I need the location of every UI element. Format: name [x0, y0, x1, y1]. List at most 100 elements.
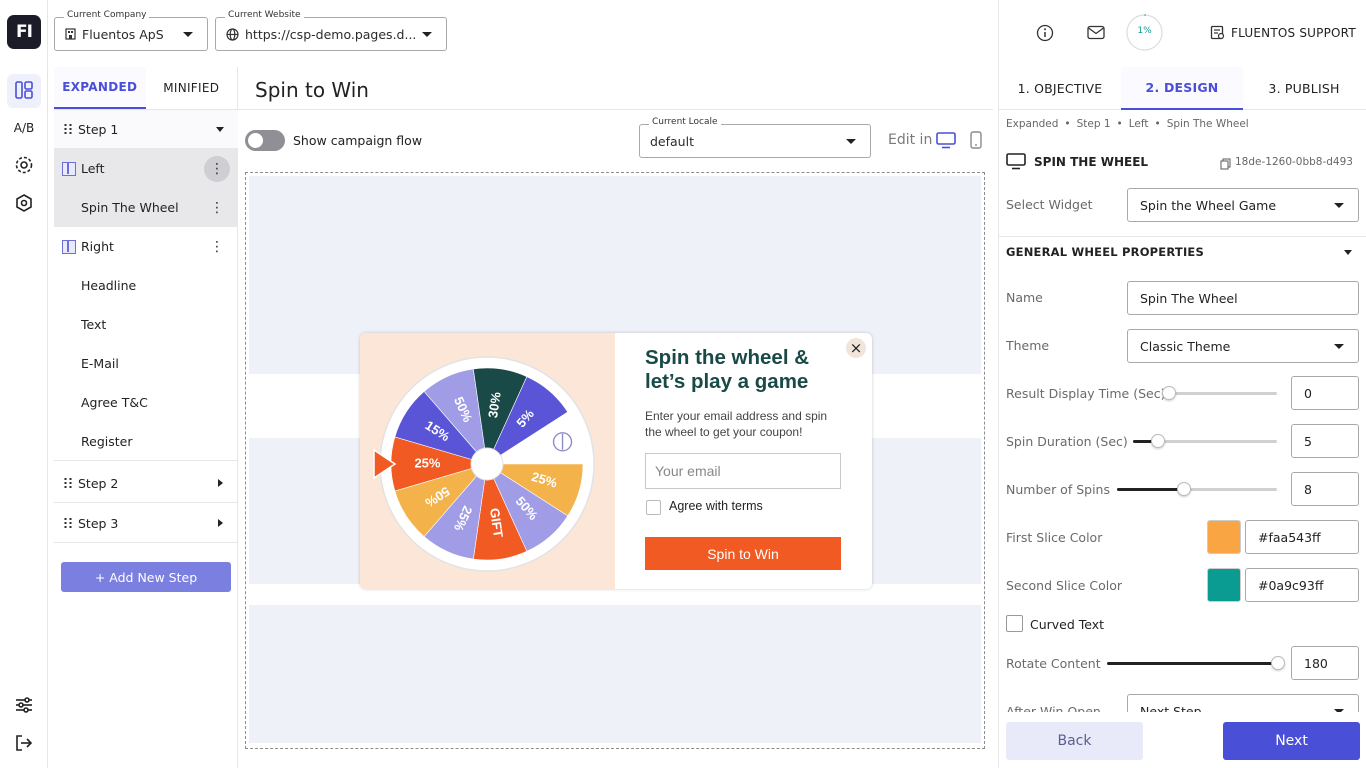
- tree-step-1[interactable]: Step 1: [54, 110, 238, 149]
- headline-line: Spin the wheel &: [645, 346, 810, 369]
- tree-item-right[interactable]: Right ⋮: [54, 227, 238, 266]
- curved-text-label: Curved Text: [1030, 617, 1105, 632]
- desktop-icon[interactable]: [936, 132, 956, 153]
- widget-select[interactable]: Spin the Wheel Game: [1127, 188, 1359, 222]
- integrations-nav-button[interactable]: [7, 187, 41, 221]
- drag-handle-icon[interactable]: [63, 123, 73, 135]
- website-select[interactable]: Current Website https://csp-demo.pages.d…: [215, 10, 447, 51]
- tree-item-register[interactable]: Register: [54, 422, 238, 461]
- rotate-field[interactable]: 180: [1291, 646, 1359, 680]
- tab-objective[interactable]: 1. OBJECTIVE: [999, 67, 1121, 110]
- breadcrumb-item[interactable]: Step 1: [1077, 118, 1111, 130]
- email-field[interactable]: Your email: [645, 453, 841, 489]
- more-options-icon[interactable]: ⋮: [204, 195, 230, 221]
- chevron-right-icon[interactable]: [218, 519, 223, 527]
- support-icon: [1210, 25, 1225, 44]
- breadcrumb-item[interactable]: Expanded: [1006, 118, 1058, 130]
- campaign-popup[interactable]: 25% 15% 50% 30% 5% 25% 50% GIFT 25% 50% Spin the …: [360, 333, 872, 589]
- close-icon[interactable]: ×: [846, 338, 866, 358]
- globe-icon: [226, 27, 239, 41]
- wheel-column[interactable]: 25% 15% 50% 30% 5% 25% 50% GIFT 25% 50%: [360, 333, 615, 589]
- preview-background-band: [249, 605, 981, 743]
- breadcrumb-item[interactable]: Spin The Wheel: [1167, 118, 1249, 130]
- second-color-swatch[interactable]: [1207, 568, 1241, 602]
- drag-handle-icon[interactable]: [63, 517, 73, 529]
- tree-item-email[interactable]: E-Mail: [54, 344, 238, 383]
- spins-label: Number of Spins: [1006, 482, 1110, 497]
- more-options-icon[interactable]: ⋮: [204, 234, 230, 260]
- more-options-icon[interactable]: ⋮: [204, 156, 230, 182]
- headline-line: let’s play a game: [645, 370, 809, 393]
- tab-expanded[interactable]: EXPANDED: [54, 67, 146, 109]
- ab-test-nav-button[interactable]: A/B: [7, 111, 41, 145]
- tree-item-spin-the-wheel[interactable]: Spin The Wheel ⋮: [54, 188, 238, 227]
- tab-publish[interactable]: 3. PUBLISH: [1243, 67, 1365, 110]
- app-logo[interactable]: FI: [7, 15, 41, 49]
- next-button[interactable]: Next: [1223, 722, 1360, 760]
- tab-minified[interactable]: MINIFIED: [146, 67, 238, 109]
- building-icon: [65, 28, 76, 40]
- company-select[interactable]: Current Company Fluentos ApS: [54, 10, 208, 51]
- spin-wheel[interactable]: 25%15%50% 30% 5%25%50%GIFT25%50%: [360, 333, 615, 589]
- second-color-label: Second Slice Color: [1006, 578, 1123, 593]
- tree-item-label: Headline: [81, 278, 137, 293]
- breadcrumb-item[interactable]: Left: [1129, 118, 1149, 130]
- rotate-slider[interactable]: [1107, 656, 1285, 670]
- tree-item-label: Text: [81, 317, 107, 332]
- tree-step-3[interactable]: Step 3: [54, 504, 238, 543]
- mobile-icon[interactable]: [970, 131, 982, 153]
- drag-handle-icon[interactable]: [63, 477, 73, 489]
- support-link[interactable]: FLUENTOS SUPPORT: [1231, 26, 1356, 40]
- back-button[interactable]: Back: [1006, 722, 1143, 760]
- locale-select[interactable]: Current Locale default: [639, 117, 871, 158]
- tree-item-agree-tc[interactable]: Agree T&C: [54, 383, 238, 422]
- locale-select-value: default: [650, 133, 694, 149]
- name-field[interactable]: Spin The Wheel: [1127, 281, 1359, 315]
- campaign-flow-toggle[interactable]: [245, 130, 285, 151]
- structure-tabs: EXPANDED MINIFIED: [54, 67, 237, 110]
- tree-step-2[interactable]: Step 2: [54, 464, 238, 503]
- spins-field[interactable]: 8: [1291, 472, 1359, 506]
- progress-ring[interactable]: 1%: [1126, 14, 1163, 51]
- curved-text-checkbox[interactable]: [1006, 615, 1023, 632]
- info-icon[interactable]: [1036, 24, 1054, 46]
- preferences-nav-button[interactable]: [7, 689, 41, 723]
- second-color-field[interactable]: #0a9c93ff: [1245, 568, 1359, 602]
- first-color-field[interactable]: #faa543ff: [1245, 520, 1359, 554]
- settings-nav-button[interactable]: [7, 149, 41, 183]
- spin-duration-field[interactable]: 5: [1291, 424, 1359, 458]
- theme-select[interactable]: Classic Theme: [1127, 329, 1359, 363]
- popup-text[interactable]: Enter your email address and spin the wh…: [645, 408, 827, 440]
- tree-item-text[interactable]: Text: [54, 305, 238, 344]
- result-time-field[interactable]: 0: [1291, 376, 1359, 410]
- spins-slider[interactable]: [1117, 482, 1277, 496]
- tab-design[interactable]: 2. DESIGN: [1121, 67, 1243, 110]
- copy-icon[interactable]: [1220, 155, 1231, 174]
- page-title: Spin to Win: [255, 78, 369, 102]
- chevron-down-icon[interactable]: [1344, 250, 1352, 255]
- spin-to-win-button[interactable]: Spin to Win: [645, 537, 841, 570]
- first-color-swatch[interactable]: [1207, 520, 1241, 554]
- agree-checkbox[interactable]: [646, 500, 661, 515]
- layout-nav-button[interactable]: [7, 74, 41, 108]
- breadcrumb-separator: •: [1154, 118, 1161, 130]
- tree-item-headline[interactable]: Headline: [54, 266, 238, 305]
- integrations-icon: [14, 193, 34, 216]
- tree-item-left[interactable]: Left ⋮: [54, 149, 238, 188]
- first-color-label: First Slice Color: [1006, 530, 1103, 545]
- result-time-slider[interactable]: [1162, 386, 1277, 400]
- gear-icon: [14, 155, 34, 178]
- spin-duration-label: Spin Duration (Sec): [1006, 434, 1128, 449]
- canvas-header: Spin to Win: [238, 67, 993, 110]
- logout-nav-button[interactable]: [7, 727, 41, 761]
- breadcrumb-separator: •: [1064, 118, 1071, 130]
- wheel-slice-label: 25%: [414, 455, 440, 470]
- section-title[interactable]: GENERAL WHEEL PROPERTIES: [1006, 245, 1204, 259]
- mail-icon[interactable]: [1087, 25, 1105, 44]
- chevron-right-icon[interactable]: [218, 479, 223, 487]
- chevron-down-icon[interactable]: [216, 127, 224, 132]
- spin-duration-slider[interactable]: [1133, 434, 1277, 448]
- popup-headline[interactable]: Spin the wheel & let’s play a game: [645, 346, 809, 394]
- add-step-button[interactable]: + Add New Step: [61, 562, 231, 592]
- website-select-value: https://csp-demo.pages.d...: [245, 26, 417, 42]
